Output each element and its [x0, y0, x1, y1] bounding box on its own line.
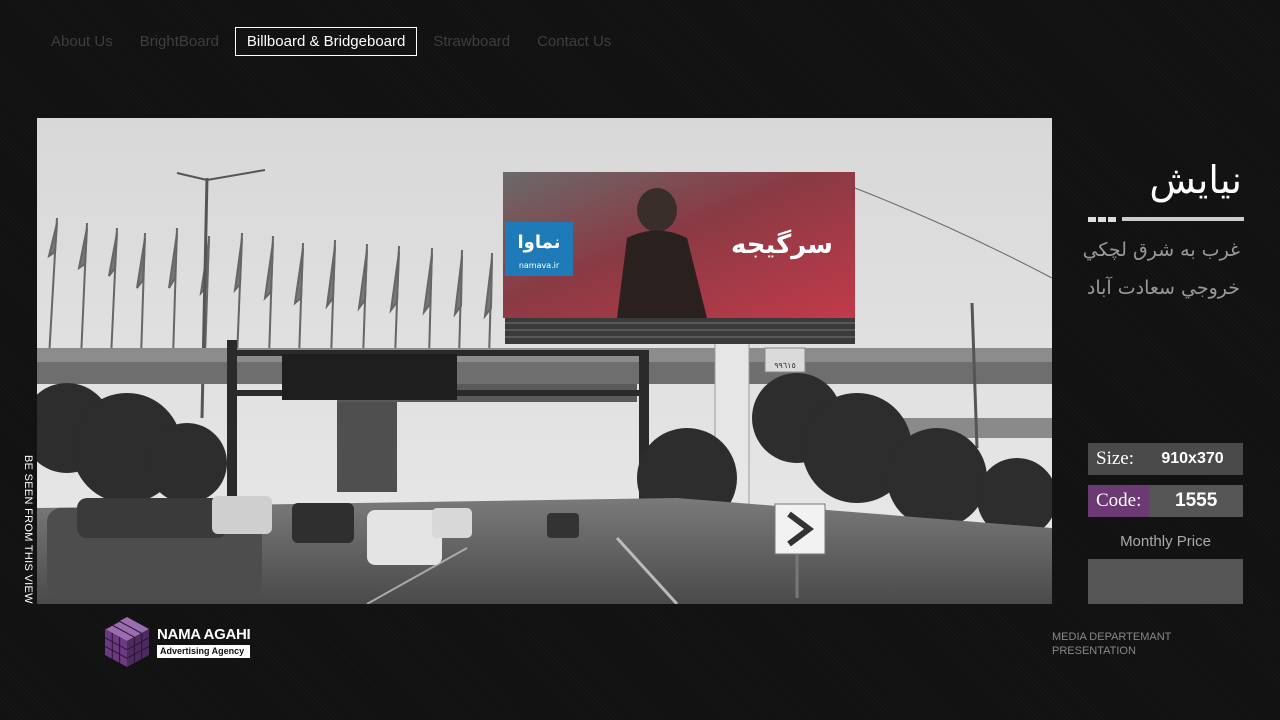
location-title: نيايش [1149, 158, 1242, 202]
logo-name: NAMA AGAHI [157, 626, 251, 643]
nav-strawboard[interactable]: Strawboard [422, 27, 521, 56]
nav-contact-us[interactable]: Contact Us [526, 27, 622, 56]
location-line-2: خروجي سعادت آباد [1086, 277, 1240, 299]
billboard-photo: نماوا namava.ir سرگیجه ٩٩٦١٥ [37, 118, 1052, 604]
code-label: Code: [1088, 485, 1150, 517]
logo-tagline: Advertising Agency [157, 645, 251, 658]
billboard-title: سرگیجه [731, 229, 833, 260]
billboard-brand: نماوا [518, 232, 561, 253]
code-value: 1555 [1175, 490, 1218, 511]
monthly-price-box [1088, 559, 1243, 604]
billboard-number: ٩٩٦١٥ [774, 361, 795, 370]
footer-note: MEDIA DEPARTEMANT PRESENTATION [1052, 630, 1171, 658]
location-line-1: غرب به شرق لچکي [1082, 239, 1240, 261]
billboard-url: namava.ir [519, 261, 560, 270]
nav-about-us[interactable]: About Us [40, 27, 124, 56]
nav-brightboard[interactable]: BrightBoard [129, 27, 230, 56]
footer-note-line-1: MEDIA DEPARTEMANT [1052, 631, 1172, 643]
size-box: Size: 910x370 [1088, 443, 1243, 475]
monthly-price-label: Monthly Price [1120, 533, 1211, 550]
photo-caption: BE SEEN FROM THIS VIEW [22, 455, 34, 604]
size-value: 910x370 [1161, 450, 1224, 467]
top-nav: About Us BrightBoard Billboard & Bridgeb… [40, 27, 627, 56]
title-underline [1088, 217, 1244, 222]
footer-note-line-2: PRESENTATION [1052, 645, 1136, 657]
cube-logo-icon [103, 617, 150, 667]
nav-billboard-bridgeboard[interactable]: Billboard & Bridgeboard [234, 27, 418, 56]
code-box: Code: 1555 [1088, 485, 1243, 517]
company-logo: NAMA AGAHI Advertising Agency [103, 615, 251, 669]
size-label: Size: [1096, 448, 1134, 469]
